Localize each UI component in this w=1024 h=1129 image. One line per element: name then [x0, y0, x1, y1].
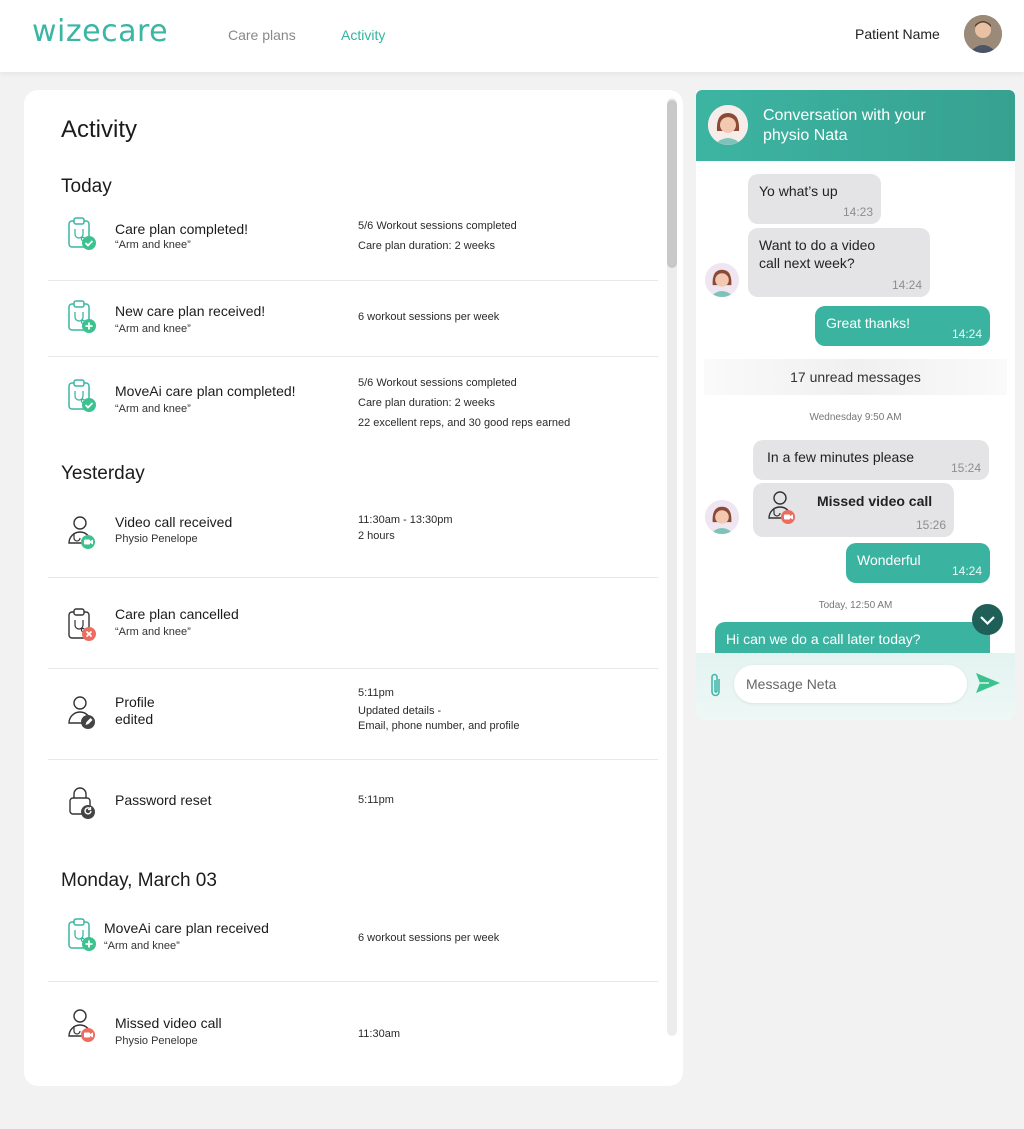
activity-scrollbar-thumb[interactable] [667, 100, 677, 268]
chat-title: Conversation with your physio Nata [763, 107, 926, 144]
activity-title: MoveAi care plan completed! [115, 383, 296, 399]
activity-details: 5/6 Workout sessions completed Care plan… [358, 220, 517, 252]
missed-call-bubble[interactable]: Missed video call 15:26 [753, 483, 954, 537]
sender-avatar [705, 500, 739, 534]
clipboard-check-icon [65, 215, 101, 255]
missed-video-call-icon [765, 490, 801, 530]
activity-details: 5:11pm Updated details - Email, phone nu… [358, 687, 520, 732]
activity-title: Missed video call [115, 1015, 222, 1031]
activity-subtitle: Physio Penelope [115, 1035, 198, 1047]
clipboard-plus-icon [65, 916, 101, 956]
unread-messages-divider: 17 unread messages [704, 359, 1007, 395]
chat-header: Conversation with your physio Nata [696, 90, 1015, 161]
clipboard-cancel-icon [65, 606, 101, 646]
activity-row[interactable]: Video call received Physio Penelope 11:3… [48, 488, 658, 578]
wizecare-logo[interactable]: wizecare [32, 14, 168, 49]
activity-title: Video call received [115, 514, 233, 530]
activity-title: New care plan received! [115, 303, 266, 319]
activity-title: MoveAi care plan received [104, 920, 269, 936]
activity-row[interactable]: New care plan received! “Arm and knee” 6… [48, 281, 658, 357]
activity-subtitle: Physio Penelope [115, 533, 198, 545]
activity-row[interactable]: Missed video call Physio Penelope 11:30a… [48, 982, 658, 1072]
scroll-to-bottom-button[interactable] [972, 604, 1003, 635]
date-separator: Wednesday 9:50 AM [809, 412, 902, 423]
activity-subtitle: “Arm and knee” [115, 403, 191, 415]
activity-row[interactable]: Profile edited 5:11pm Updated details - … [48, 669, 658, 760]
nav-activity[interactable]: Activity [341, 27, 385, 43]
section-title-today: Today [61, 176, 112, 197]
activity-row[interactable]: MoveAi care plan received “Arm and knee”… [48, 898, 658, 982]
activity-subtitle: “Arm and knee” [115, 626, 191, 638]
message-bubble-outgoing[interactable]: Great thanks! 14:24 [815, 306, 990, 346]
message-bubble-outgoing[interactable]: Hi can we do a call later today? [715, 622, 990, 653]
activity-row[interactable]: Care plan cancelled “Arm and knee” [48, 578, 658, 669]
activity-row[interactable]: Password reset 5:11pm [48, 760, 658, 850]
activity-details: 11:30am - 13:30pm 2 hours [358, 514, 453, 542]
message-bubble-outgoing[interactable]: Wonderful 14:24 [846, 543, 990, 583]
chat-input-bar [696, 653, 1015, 720]
activity-subtitle: “Arm and knee” [115, 323, 191, 335]
missed-video-call-icon [65, 1008, 101, 1048]
message-bubble-incoming[interactable]: In a few minutes please 15:24 [753, 440, 989, 480]
clipboard-check-icon [65, 377, 101, 417]
activity-details: 5/6 Workout sessions completed Care plan… [358, 377, 571, 429]
activity-row[interactable]: Care plan completed! “Arm and knee” 5/6 … [48, 200, 658, 281]
message-bubble-incoming[interactable]: Yo what’s up 14:23 [748, 174, 881, 224]
section-title-yesterday: Yesterday [61, 463, 145, 484]
section-title-monday: Monday, March 03 [61, 870, 217, 891]
activity-title: Profile edited [115, 694, 155, 727]
activity-row[interactable]: MoveAi care plan completed! “Arm and kne… [48, 357, 658, 447]
activity-subtitle: “Arm and knee” [115, 239, 191, 251]
activity-details: 11:30am [358, 1028, 400, 1040]
video-call-received-icon [65, 515, 101, 555]
page-title: Activity [61, 116, 138, 143]
activity-title: Care plan completed! [115, 221, 249, 237]
patient-name[interactable]: Patient Name [855, 26, 940, 42]
physio-avatar[interactable] [708, 105, 748, 145]
user-avatar[interactable] [964, 15, 1002, 53]
activity-title: Password reset [115, 792, 212, 808]
clipboard-plus-icon [65, 298, 101, 338]
chat-panel: Conversation with your physio Nata Yo wh… [696, 90, 1015, 720]
send-icon[interactable] [974, 670, 1002, 696]
sender-avatar [705, 263, 739, 297]
nav-care-plans[interactable]: Care plans [228, 27, 296, 43]
chevron-down-icon [980, 616, 995, 626]
message-input[interactable] [734, 665, 967, 703]
chat-messages[interactable]: Yo what’s up 14:23 Want to do a video ca… [696, 161, 1015, 653]
activity-panel: Activity Today Care plan completed! “Arm… [24, 90, 683, 1086]
activity-details: 6 workout sessions per week [358, 932, 500, 944]
top-header: wizecare Care plans Activity Patient Nam… [0, 0, 1024, 72]
activity-title: Care plan cancelled [115, 606, 239, 622]
activity-subtitle: “Arm and knee” [104, 940, 180, 952]
message-bubble-incoming[interactable]: Want to do a video call next week? 14:24 [748, 228, 930, 297]
activity-details: 6 workout sessions per week [358, 311, 500, 323]
activity-details: 5:11pm [358, 794, 394, 806]
attachment-icon[interactable] [708, 671, 724, 699]
date-separator: Today, 12:50 AM [818, 600, 893, 611]
password-reset-icon [65, 784, 101, 824]
profile-edit-icon [65, 695, 101, 735]
